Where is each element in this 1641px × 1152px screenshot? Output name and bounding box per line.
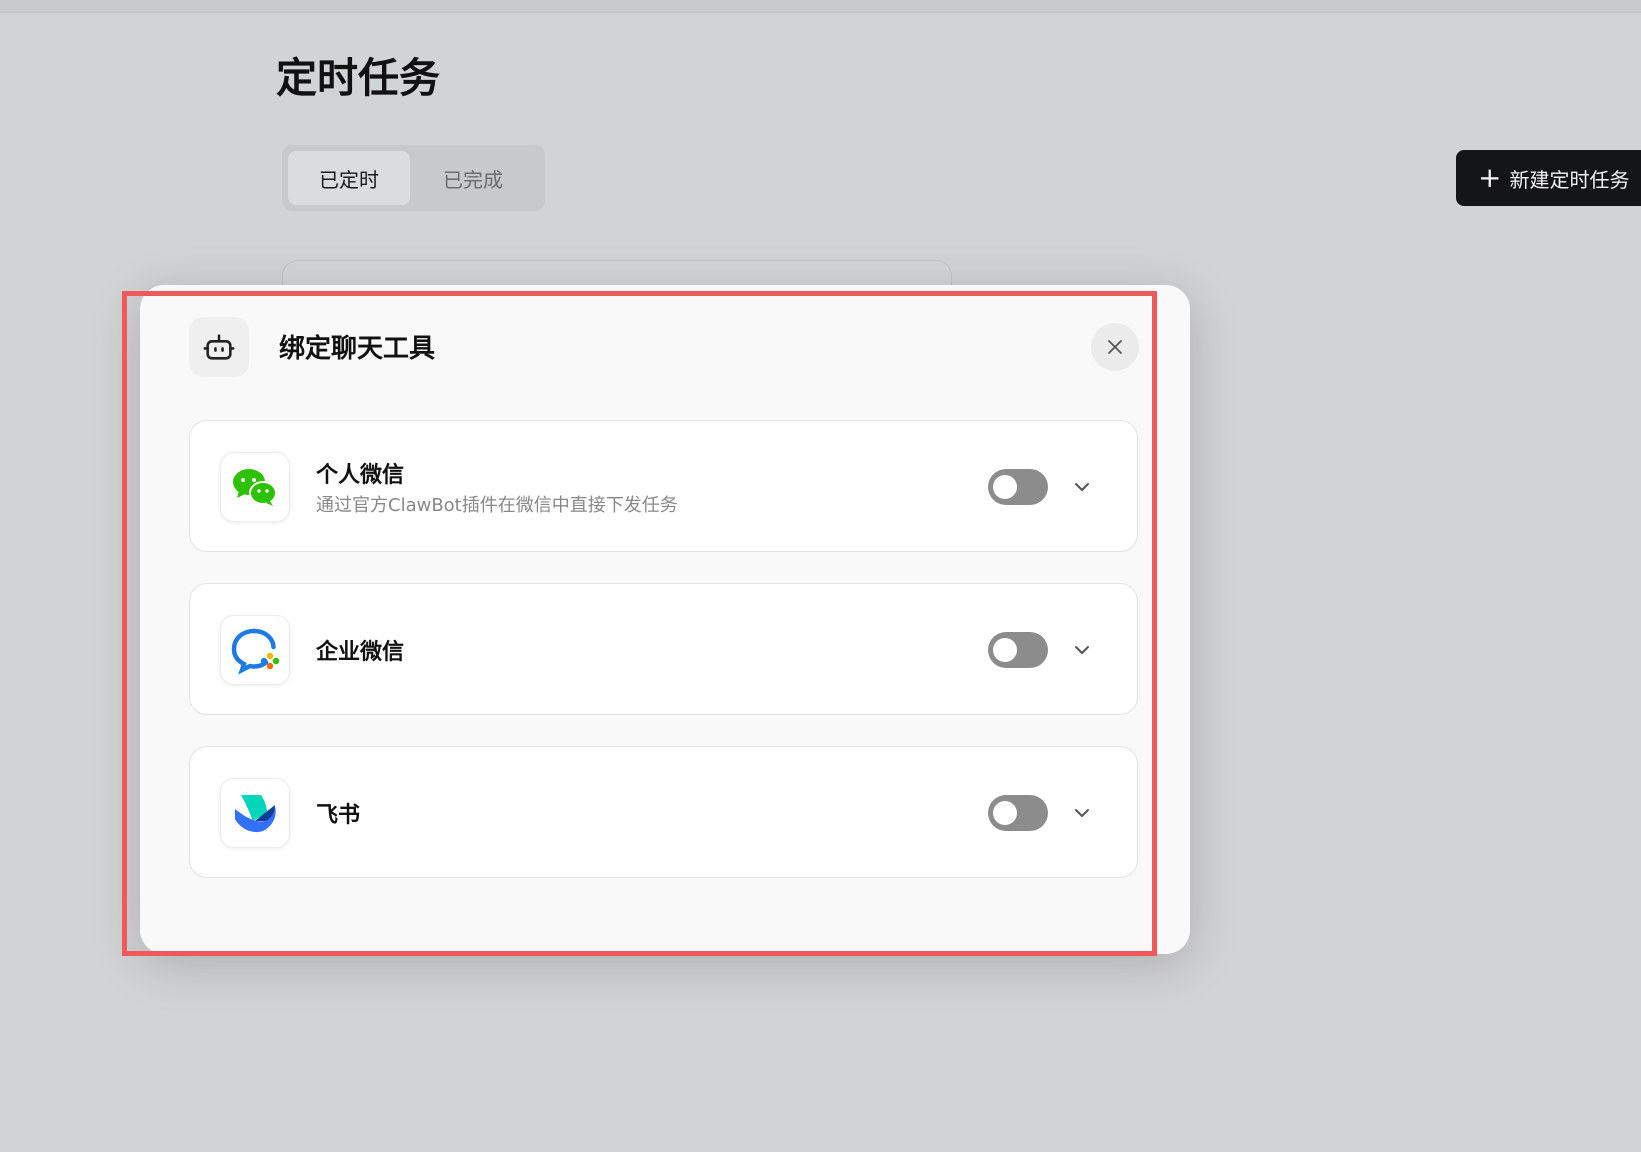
wechat-toggle[interactable] (988, 469, 1048, 505)
plus-icon: + (1478, 161, 1502, 194)
tool-name: 飞书 (316, 803, 361, 828)
tool-description: 通过官方ClawBot插件在微信中直接下发任务 (316, 495, 678, 516)
new-task-button[interactable]: + 新建定时任务 (1456, 150, 1641, 206)
chevron-down-icon[interactable] (1070, 475, 1094, 499)
new-task-button-label: 新建定时任务 (1509, 167, 1630, 192)
tool-card-wechat: 个人微信 通过官方ClawBot插件在微信中直接下发任务 (189, 420, 1138, 552)
top-bar (0, 0, 1641, 13)
feishu-icon (220, 778, 290, 848)
wecom-icon (220, 615, 290, 685)
tab-switcher: 已定时 已完成 (282, 145, 545, 211)
tool-name: 企业微信 (316, 640, 405, 665)
feishu-toggle[interactable] (988, 795, 1048, 831)
chevron-down-icon[interactable] (1070, 801, 1094, 825)
tab-scheduled[interactable]: 已定时 (288, 151, 410, 205)
close-button[interactable] (1091, 323, 1139, 371)
wechat-icon (220, 452, 290, 522)
modal-title: 绑定聊天工具 (279, 334, 436, 364)
wecom-toggle[interactable] (988, 632, 1048, 668)
tab-completed[interactable]: 已完成 (412, 151, 534, 205)
tool-card-wecom: 企业微信 (189, 583, 1138, 715)
robot-icon (189, 317, 249, 377)
tool-card-feishu: 飞书 (189, 746, 1138, 878)
tool-name: 个人微信 (316, 463, 405, 488)
chevron-down-icon[interactable] (1070, 638, 1094, 662)
close-icon (1108, 340, 1122, 354)
page-title: 定时任务 (276, 54, 440, 102)
